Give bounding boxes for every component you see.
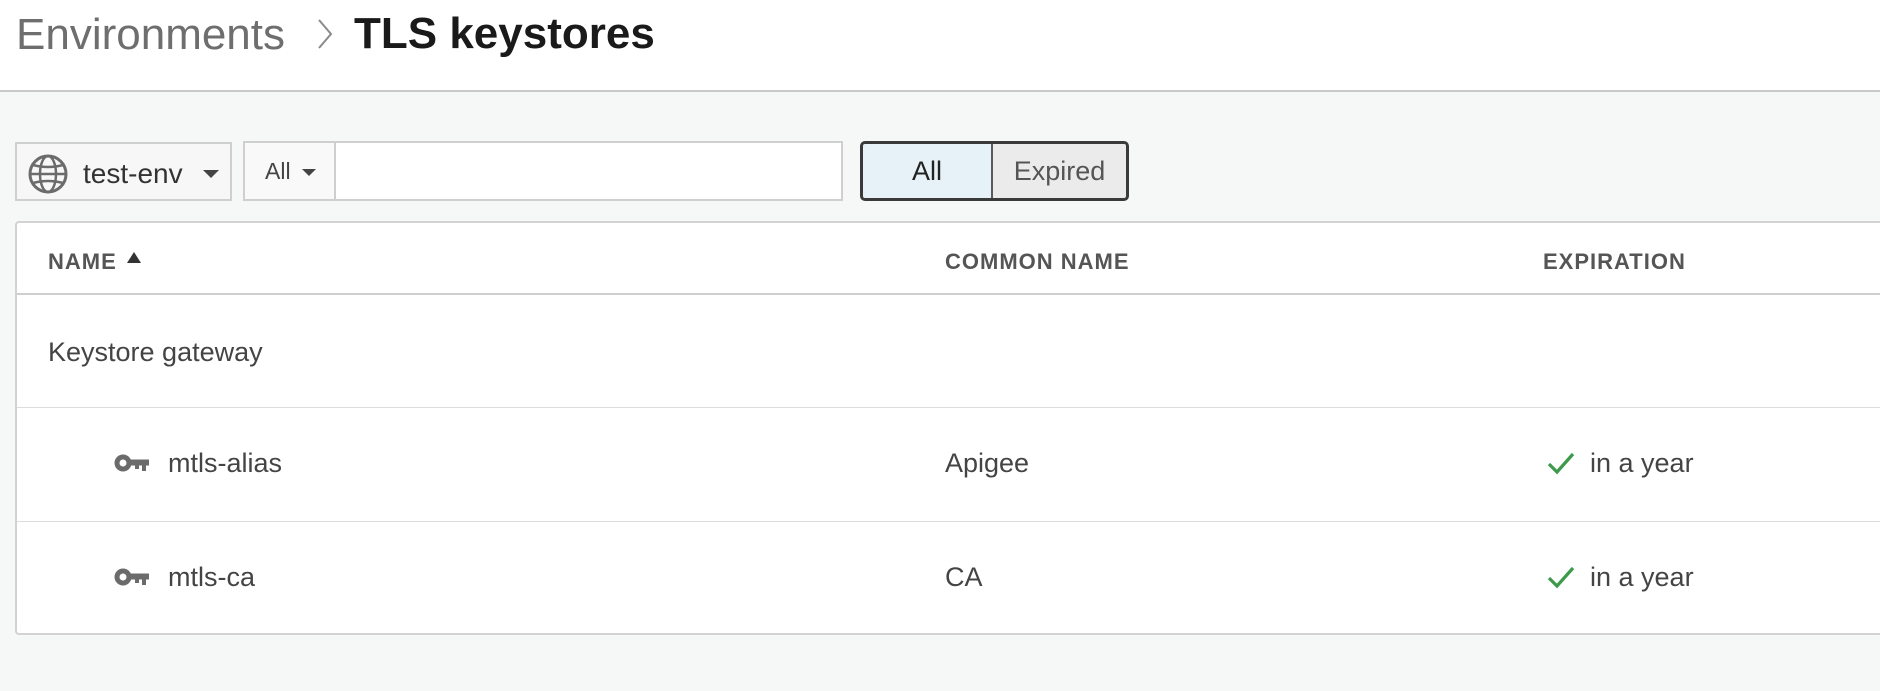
row-common-name: Apigee xyxy=(945,448,1030,478)
keystores-table: NAME COMMON NAME EXPIRATION Keystore gat… xyxy=(15,221,1880,635)
chevron-right-icon xyxy=(318,19,333,49)
row-divider xyxy=(17,407,1880,408)
column-header-common-name[interactable]: COMMON NAME xyxy=(945,249,1130,275)
toggle-all-button[interactable]: All xyxy=(863,144,993,198)
row-name[interactable]: mtls-alias xyxy=(168,447,282,479)
environment-select-value: test-env xyxy=(83,158,183,189)
chevron-down-icon xyxy=(302,169,316,176)
column-header-expiration[interactable]: EXPIRATION xyxy=(1543,249,1686,275)
globe-icon xyxy=(28,154,68,194)
search-filter-group: All xyxy=(243,141,843,201)
expiration-filter-toggle: All Expired xyxy=(860,141,1129,201)
row-expiration: in a year xyxy=(1590,448,1694,478)
page-title: TLS keystores xyxy=(354,9,655,58)
row-expiration: in a year xyxy=(1590,562,1694,592)
column-header-name[interactable]: NAME xyxy=(48,249,117,275)
breadcrumb-environments-link[interactable]: Environments xyxy=(16,8,285,62)
row-name[interactable]: mtls-ca xyxy=(168,561,255,593)
keystore-group-label[interactable]: Keystore gateway xyxy=(48,336,263,368)
check-icon xyxy=(1547,452,1575,475)
page-header: Environments TLS keystores xyxy=(0,0,1880,92)
chevron-down-icon xyxy=(203,170,219,178)
search-input[interactable] xyxy=(336,143,841,199)
row-common-name: CA xyxy=(945,562,983,592)
environment-select[interactable]: test-env xyxy=(15,142,232,201)
key-icon xyxy=(114,454,149,472)
filter-scope-label: All xyxy=(265,158,291,184)
filter-scope-dropdown[interactable]: All xyxy=(245,143,336,199)
sort-ascending-icon xyxy=(127,252,141,263)
toggle-expired-button[interactable]: Expired xyxy=(993,144,1126,198)
row-divider xyxy=(17,521,1880,522)
header-divider xyxy=(17,293,1880,295)
key-icon xyxy=(114,568,149,586)
check-icon xyxy=(1547,566,1575,589)
